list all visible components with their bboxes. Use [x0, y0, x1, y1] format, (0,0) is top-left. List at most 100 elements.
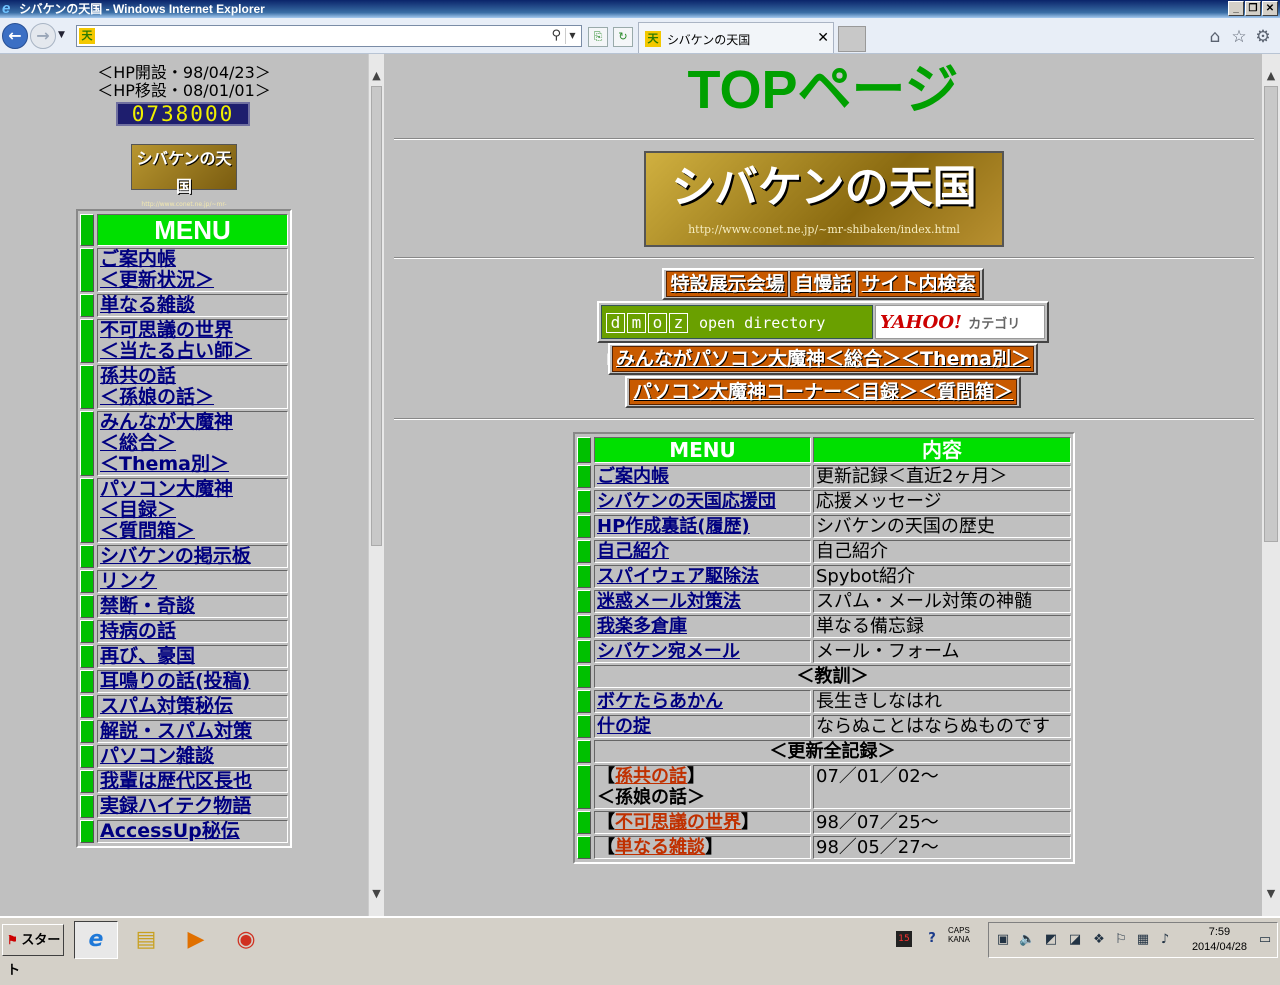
address-input[interactable] — [99, 27, 539, 45]
compatibility-view-icon[interactable]: ⎘ — [588, 27, 608, 47]
left-menu-item: みんなが大魔神 ＜総合＞ ＜Thema別＞ — [80, 411, 288, 476]
chrome-taskbar-icon[interactable]: ◉ — [224, 921, 268, 959]
system-clock[interactable]: 7:59 2014/04/28 — [1192, 925, 1247, 955]
menu-bar-marker — [80, 411, 94, 476]
table-menu-link[interactable]: シバケン宛メール — [594, 640, 811, 663]
speaker-icon[interactable]: 🔈 — [1019, 932, 1035, 948]
left-menu-link[interactable]: 解説・スパム対策 — [97, 720, 288, 743]
left-frame-scrollbar[interactable]: ▲ ▼ — [368, 54, 384, 916]
left-menu-link[interactable]: みんなが大魔神 ＜総合＞ ＜Thema別＞ — [97, 411, 288, 476]
update-record-link[interactable]: 孫共の話 — [615, 766, 687, 787]
left-menu-link[interactable]: スパム対策秘伝 — [97, 695, 288, 718]
display-icon[interactable]: ◪ — [1067, 932, 1083, 948]
start-button[interactable]: ⚑ スタート — [2, 924, 64, 977]
menu-bar-marker — [80, 770, 94, 793]
help-icon[interactable]: ? — [924, 931, 940, 947]
left-menu-link[interactable]: ご案内帳 ＜更新状況＞ — [97, 248, 288, 292]
table-menu-link[interactable]: 我楽多倉庫 — [594, 615, 811, 638]
table-row: スパイウェア駆除法 Spybot紹介 — [577, 565, 1071, 588]
left-menu-link[interactable]: 再び、豪国 — [97, 645, 288, 668]
back-button[interactable]: ← — [2, 23, 28, 49]
left-menu-link[interactable]: 我輩は歴代区長也 — [97, 770, 288, 793]
refresh-icon[interactable]: ↻ — [613, 27, 633, 47]
maximize-button[interactable]: ❐ — [1245, 1, 1261, 16]
update-record-link[interactable]: 単なる雑談 — [615, 837, 705, 858]
left-menu-link[interactable]: 実録ハイテク物語 — [97, 795, 288, 818]
left-menu-link[interactable]: AccessUp秘伝 — [97, 820, 288, 843]
security-icon[interactable]: ◩ — [1043, 932, 1059, 948]
table-menu-link[interactable]: スパイウェア駆除法 — [594, 565, 811, 588]
tab-close-icon[interactable]: ✕ — [817, 30, 829, 46]
dmoz-banner[interactable]: dmoz open directory project — [601, 305, 873, 366]
forward-button[interactable]: → — [30, 23, 56, 49]
dmoz-letter: d — [606, 313, 625, 333]
windows-update-icon[interactable]: ❖ — [1091, 932, 1107, 948]
gear-icon[interactable]: ⚙ — [1253, 27, 1273, 47]
left-menu-link[interactable]: 単なる雑談 — [97, 294, 288, 317]
table-menu-link[interactable]: ご案内帳 — [594, 465, 811, 488]
scroll-down-arrow-icon[interactable]: ▼ — [369, 886, 384, 902]
menu-bar-marker — [80, 595, 94, 618]
window-title-bar: e シバケンの天国 - Windows Internet Explorer _ … — [0, 0, 1280, 18]
history-dropdown-icon[interactable]: ▼ — [58, 30, 65, 40]
media-player-taskbar-icon[interactable]: ▶ — [174, 921, 218, 959]
update-record-link[interactable]: 不可思議の世界 — [615, 812, 741, 833]
ime-icon[interactable]: 15 — [896, 931, 912, 947]
left-scroll-thumb[interactable] — [371, 86, 382, 546]
table-menu-link[interactable]: ボケたらあかん — [594, 690, 811, 713]
table-menu-link[interactable]: シバケンの天国応援団 — [594, 490, 811, 513]
table-content-cell: 更新記録＜直近2ヶ月＞ — [813, 465, 1071, 488]
left-menu-link[interactable]: リンク — [97, 570, 288, 593]
left-menu-link[interactable]: 耳鳴りの話(投稿) — [97, 670, 288, 693]
address-bar[interactable]: 天 ⚲ ▼ — [76, 25, 582, 47]
search-icon[interactable]: ⚲ — [551, 28, 561, 43]
right-frame-scrollbar[interactable]: ▲ ▼ — [1262, 54, 1280, 916]
clock-date: 2014/04/28 — [1191, 941, 1247, 953]
tab-shibaken[interactable]: 天 シバケンの天国 ✕ — [638, 22, 834, 53]
menu-bar-marker — [80, 478, 94, 543]
table-menu-link[interactable]: 什の掟 — [594, 715, 811, 738]
volume-icon[interactable]: ♪ — [1157, 932, 1173, 948]
scroll-up-arrow-icon[interactable]: ▲ — [1262, 68, 1280, 84]
section-all-updates: ＜更新全記録＞ — [594, 740, 1071, 763]
table-menu-link[interactable]: 自己紹介 — [594, 540, 811, 563]
site-logo-banner[interactable]: シバケンの天国 http://www.conet.ne.jp/~mr-shiba… — [644, 151, 1004, 247]
left-menu-title: MENU — [97, 214, 288, 246]
right-scroll-thumb[interactable] — [1264, 86, 1278, 542]
table-menu-link[interactable]: 迷惑メール対策法 — [594, 590, 811, 613]
table-menu-link[interactable]: HP作成裏話(履歴) — [594, 515, 811, 538]
table-content-cell: 07／01／02～ — [813, 765, 1071, 809]
left-menu-link[interactable]: パソコン大魔神 ＜目録＞ ＜質問箱＞ — [97, 478, 288, 543]
left-menu-link[interactable]: 不可思議の世界 ＜当たる占い師＞ — [97, 319, 288, 363]
left-menu-link[interactable]: シバケンの掲示板 — [97, 545, 288, 568]
yahoo-japan-banner[interactable]: YAHOO! カテゴリ — [875, 305, 1045, 339]
action-center-flag-icon[interactable]: ⚐ — [1113, 932, 1129, 948]
favorites-star-icon[interactable]: ☆ — [1229, 27, 1249, 47]
network-icon[interactable]: ▣ — [995, 932, 1011, 948]
small-site-logo[interactable]: シバケンの天国 http://www.conet.ne.jp/~mr-shiba… — [131, 144, 237, 216]
file-explorer-taskbar-icon[interactable]: ▤ — [124, 921, 168, 959]
network-monitor-icon[interactable]: ▦ — [1135, 932, 1151, 948]
left-menu-link[interactable]: 孫共の話 ＜孫娘の話＞ — [97, 365, 288, 409]
special-exhibit-button[interactable]: 特設展示会場 — [666, 271, 789, 297]
menu-bar-marker — [80, 294, 94, 317]
boast-button[interactable]: 自慢話 — [790, 271, 856, 297]
scroll-down-arrow-icon[interactable]: ▼ — [1262, 886, 1280, 902]
left-menu: MENU ご案内帳 ＜更新状況＞ 単なる雑談 不可思議の世界 ＜当たる占い師＞ 孫共の… — [76, 209, 292, 848]
left-menu-link[interactable]: パソコン雑談 — [97, 745, 288, 768]
pc-daimajin-corner-button[interactable]: パソコン大魔神コーナー＜目録＞＜質問箱＞ — [628, 379, 1017, 405]
left-menu-item: 禁断・奇談 — [80, 595, 288, 618]
address-dropdown-icon[interactable]: ▼ — [565, 28, 579, 44]
site-search-button[interactable]: サイト内検索 — [857, 271, 980, 297]
internet-explorer-taskbar-icon[interactable]: e — [74, 921, 118, 959]
close-button[interactable]: ✕ — [1262, 1, 1278, 16]
left-menu-link[interactable]: 持病の話 — [97, 620, 288, 643]
daimajin-row: みんながパソコン大魔神＜総合＞＜Thema別＞ — [384, 343, 1262, 375]
left-menu-link[interactable]: 禁断・奇談 — [97, 595, 288, 618]
minimize-button[interactable]: _ — [1228, 1, 1244, 16]
new-tab-button[interactable] — [838, 26, 866, 52]
scroll-up-arrow-icon[interactable]: ▲ — [369, 68, 384, 84]
show-desktop-icon[interactable]: ▭ — [1257, 932, 1273, 948]
everyone-pc-daimajin-button[interactable]: みんながパソコン大魔神＜総合＞＜Thema別＞ — [612, 346, 1034, 372]
home-icon[interactable]: ⌂ — [1205, 27, 1225, 47]
